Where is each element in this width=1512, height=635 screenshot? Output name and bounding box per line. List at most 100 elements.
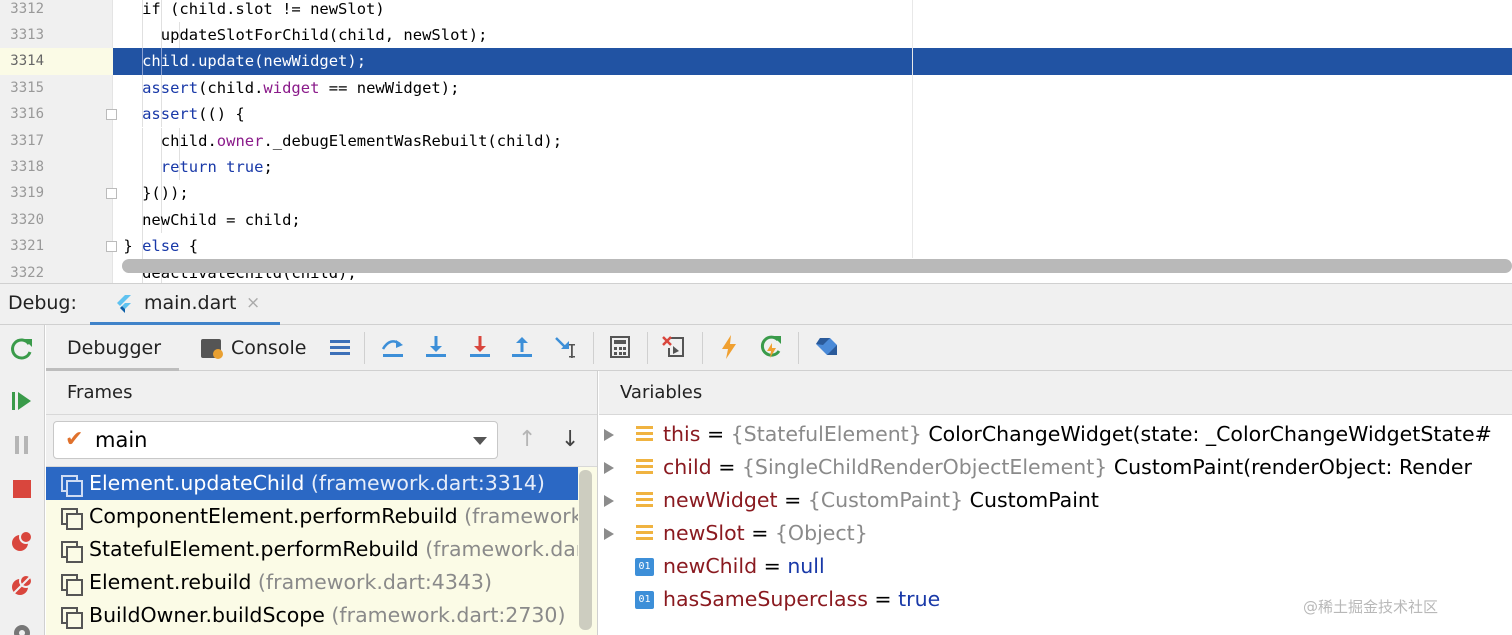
line-number: 3319 <box>10 185 44 202</box>
expand-arrow-icon[interactable] <box>604 462 614 474</box>
run-to-cursor-icon[interactable] <box>553 334 579 360</box>
toolbar-separator <box>647 332 648 364</box>
previous-frame-icon[interactable]: ↑ <box>518 427 536 452</box>
show-execution-point-icon[interactable] <box>327 334 353 360</box>
fold-marker-icon[interactable] <box>106 188 117 200</box>
code-token: child. <box>160 131 217 150</box>
code-line-current[interactable]: 3314 child.update(newWidget); <box>0 48 1512 75</box>
code-token: ; <box>263 157 273 176</box>
pause-program-icon[interactable] <box>9 432 35 458</box>
stack-frame-icon <box>61 508 83 530</box>
frame-item[interactable]: Element.rebuild (framework.dart:4343) <box>46 566 578 599</box>
code-token: { <box>179 237 199 256</box>
checkmark-icon: ✔ <box>65 427 84 452</box>
variable-value: null <box>787 554 825 578</box>
variable-name: this <box>663 422 701 446</box>
code-token: owner <box>216 131 264 150</box>
variable-name: hasSameSuperclass <box>663 587 868 611</box>
code-text: assert(() { <box>142 101 245 127</box>
variable-row[interactable]: 01 newChild = null <box>599 550 1512 583</box>
variable-row[interactable]: child = {SingleChildRenderObjectElement}… <box>599 451 1512 484</box>
object-icon <box>636 492 653 510</box>
code-token: updateSlotForChild(child, newSlot); <box>160 25 488 44</box>
code-token: assert <box>142 105 199 124</box>
variable-type: {SingleChildRenderObjectElement} <box>741 455 1108 479</box>
fold-marker-icon[interactable] <box>106 241 117 253</box>
step-over-icon[interactable] <box>380 334 406 360</box>
debug-session-tab[interactable]: main.dart × <box>90 284 280 325</box>
toolbar-separator <box>364 332 365 364</box>
code-text: if (child.slot != newSlot) <box>142 0 385 22</box>
code-line[interactable]: 3312 if (child.slot != newSlot) <box>0 0 1512 22</box>
tab-console[interactable]: Console <box>198 325 318 371</box>
frame-list: Element.updateChild (framework.dart:3314… <box>46 467 578 635</box>
line-number: 3316 <box>10 106 44 123</box>
variable-value: true <box>898 587 941 611</box>
step-into-icon[interactable] <box>423 334 449 360</box>
view-breakpoints-icon[interactable] <box>9 528 35 554</box>
frame-item-selected[interactable]: Element.updateChild (framework.dart:3314… <box>46 467 578 500</box>
close-tab-icon[interactable]: × <box>246 293 260 313</box>
expand-arrow-icon[interactable] <box>604 429 614 441</box>
evaluate-expression-icon[interactable] <box>607 334 633 360</box>
hot-restart-icon[interactable] <box>758 334 784 360</box>
force-step-into-icon[interactable] <box>467 334 493 360</box>
primitive-icon: 01 <box>635 591 654 609</box>
code-line[interactable]: 3313 updateSlotForChild(child, newSlot); <box>0 21 1512 49</box>
tab-debugger-label: Debugger <box>67 337 162 359</box>
code-line[interactable]: 3317 child.owner._debugElementWasRebuilt(… <box>0 127 1512 154</box>
code-token: }()); <box>142 184 189 203</box>
frames-panel: Frames ✔ main ↑ ↓ Element.updateChild (f… <box>46 371 598 635</box>
fold-marker-icon[interactable] <box>106 109 117 121</box>
step-out-icon[interactable] <box>509 334 535 360</box>
thread-select[interactable]: ✔ main <box>53 421 498 459</box>
code-text: return true; <box>161 154 273 180</box>
code-line[interactable]: 3320 newChild = child; <box>0 206 1512 234</box>
code-line[interactable]: 3318 return true; <box>0 153 1512 181</box>
line-number: 3313 <box>10 26 44 43</box>
variable-name: newChild <box>663 554 758 578</box>
code-line[interactable]: 3315 assert(child.widget == newWidget); <box>0 74 1512 102</box>
code-text: assert(child.widget == newWidget); <box>142 75 459 101</box>
frame-method: Element.rebuild <box>89 570 252 594</box>
frame-item[interactable]: StatefulElement.performRebuild (framewor… <box>46 533 578 566</box>
variable-row[interactable]: this = {StatefulElement} ColorChangeWidg… <box>599 418 1512 451</box>
variables-header: Variables <box>599 371 1512 415</box>
mute-breakpoints-icon[interactable] <box>9 572 35 598</box>
frame-method: StatefulElement.performRebuild <box>89 537 419 561</box>
line-number: 3312 <box>10 0 44 17</box>
equals-sign: = <box>744 521 775 545</box>
resume-program-icon[interactable] <box>9 388 35 414</box>
variable-type: {StatefulElement} <box>730 422 922 446</box>
equals-sign: = <box>777 488 808 512</box>
frame-location: (framework.dart:3314) <box>310 471 545 495</box>
code-text: }()); <box>142 180 189 206</box>
frame-location: (framework.dart:4688) <box>425 537 578 561</box>
line-number: 3321 <box>10 238 44 255</box>
dart-devtools-icon[interactable] <box>813 334 839 360</box>
variable-row[interactable]: newSlot = {Object} <box>599 517 1512 550</box>
frame-method: Element.updateChild <box>89 471 305 495</box>
code-line[interactable]: 3321} else { <box>0 233 1512 260</box>
stop-icon[interactable] <box>9 476 35 502</box>
tab-debugger[interactable]: Debugger <box>46 325 179 371</box>
code-line[interactable]: 3319 }()); <box>0 180 1512 207</box>
hot-reload-icon[interactable] <box>716 334 742 360</box>
expand-arrow-icon[interactable] <box>604 495 614 507</box>
code-editor[interactable]: 3312 if (child.slot != newSlot) 3313 update… <box>0 0 1512 283</box>
line-number: 3320 <box>10 211 44 228</box>
rerun-icon[interactable] <box>9 336 35 362</box>
code-line[interactable]: 3316 assert(() { <box>0 101 1512 128</box>
expand-arrow-icon[interactable] <box>604 528 614 540</box>
variable-row[interactable]: newWidget = {CustomPaint} CustomPaint <box>599 484 1512 517</box>
drop-frame-icon[interactable] <box>661 334 687 360</box>
debugger-toolbar: Debugger Console <box>46 325 1512 371</box>
next-frame-icon[interactable]: ↓ <box>561 427 579 452</box>
object-icon <box>636 459 653 477</box>
editor-horizontal-scrollbar[interactable] <box>122 259 1512 273</box>
settings-icon[interactable] <box>9 620 35 635</box>
frames-vertical-scrollbar[interactable] <box>579 470 592 630</box>
frame-item[interactable]: BuildOwner.buildScope (framework.dart:27… <box>46 599 578 632</box>
variable-name: newSlot <box>663 521 745 545</box>
frame-item[interactable]: ComponentElement.performRebuild (framewo… <box>46 500 578 533</box>
